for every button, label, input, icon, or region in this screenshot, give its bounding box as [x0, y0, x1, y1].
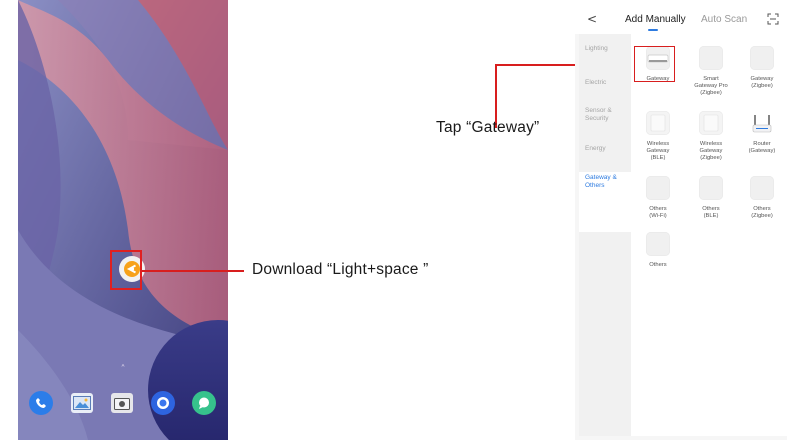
active-tab-indicator [648, 29, 658, 31]
device-label: Others (Zigbee) [751, 206, 773, 219]
category-lighting[interactable]: Lighting [585, 45, 629, 53]
chevron-left-icon[interactable]: < [587, 12, 599, 26]
chevron-up-icon[interactable]: ˄ [116, 364, 130, 375]
device-wireless-gateway-zigbee[interactable]: Wireless Gateway (Zigbee) [686, 111, 736, 162]
device-gateway-zigbee[interactable]: Gateway (Zigbee) [737, 46, 787, 90]
device-wireless-gateway-ble[interactable]: Wireless Gateway (BLE) [633, 111, 683, 162]
device-label: Smart Gateway Pro (Zigbee) [694, 76, 728, 96]
wireless-gateway-device-icon [646, 111, 670, 135]
add-device-screen: < Add Manually Auto Scan Lighting Electr… [575, 0, 787, 440]
tab-auto-scan[interactable]: Auto Scan [701, 14, 747, 25]
category-energy[interactable]: Energy [585, 145, 629, 153]
phone-icon[interactable] [29, 391, 53, 415]
download-callout-line [142, 270, 244, 272]
smart-gateway-device-icon [699, 46, 723, 70]
wireless-gateway-device-icon [699, 111, 723, 135]
scan-icon[interactable] [767, 13, 779, 25]
router-device-icon [750, 111, 774, 135]
zigbee-gateway-device-icon [750, 46, 774, 70]
download-instruction: Download “Light+space ” [252, 261, 429, 278]
others-device-icon [699, 176, 723, 200]
messages-icon[interactable] [192, 391, 216, 415]
phone-home-screen: ˄ [18, 0, 228, 440]
others-device-icon [750, 176, 774, 200]
device-smart-gateway-pro-zigbee[interactable]: Smart Gateway Pro (Zigbee) [686, 46, 736, 97]
device-others-ble[interactable]: Others (BLE) [686, 176, 736, 220]
tab-add-manually[interactable]: Add Manually [625, 14, 686, 25]
category-sensor-security[interactable]: Sensor & Security [585, 107, 629, 123]
gallery-icon[interactable] [71, 393, 93, 413]
device-label: Router (Gateway) [748, 141, 776, 154]
app-header: < Add Manually Auto Scan [575, 0, 787, 34]
category-electric[interactable]: Electric [585, 79, 629, 87]
gateway-instruction: Tap “Gateway” [436, 119, 540, 136]
device-label: Others [649, 262, 667, 268]
app-icon-highlight [110, 250, 142, 290]
device-label: Gateway (Zigbee) [750, 76, 774, 89]
device-label: Others (Wi-Fi) [649, 206, 667, 219]
device-others[interactable]: Others [633, 232, 683, 269]
device-grid: Gateway Smart Gateway Pro (Zigbee) Gatew… [631, 34, 787, 436]
device-others-wifi[interactable]: Others (Wi-Fi) [633, 176, 683, 220]
device-label: Wireless Gateway (BLE) [646, 141, 670, 161]
category-gateway-others[interactable]: Gateway & Others [585, 174, 629, 190]
device-router-gateway[interactable]: Router (Gateway) [737, 111, 787, 155]
device-label: Others (BLE) [702, 206, 720, 219]
gateway-highlight [634, 46, 675, 82]
browser-icon[interactable] [151, 391, 175, 415]
device-others-zigbee[interactable]: Others (Zigbee) [737, 176, 787, 220]
others-device-icon [646, 176, 670, 200]
device-label: Wireless Gateway (Zigbee) [699, 141, 723, 161]
others-device-icon [646, 232, 670, 256]
category-sidebar: Lighting Electric Sensor & Security Ener… [579, 34, 631, 436]
camera-icon[interactable] [111, 393, 133, 413]
